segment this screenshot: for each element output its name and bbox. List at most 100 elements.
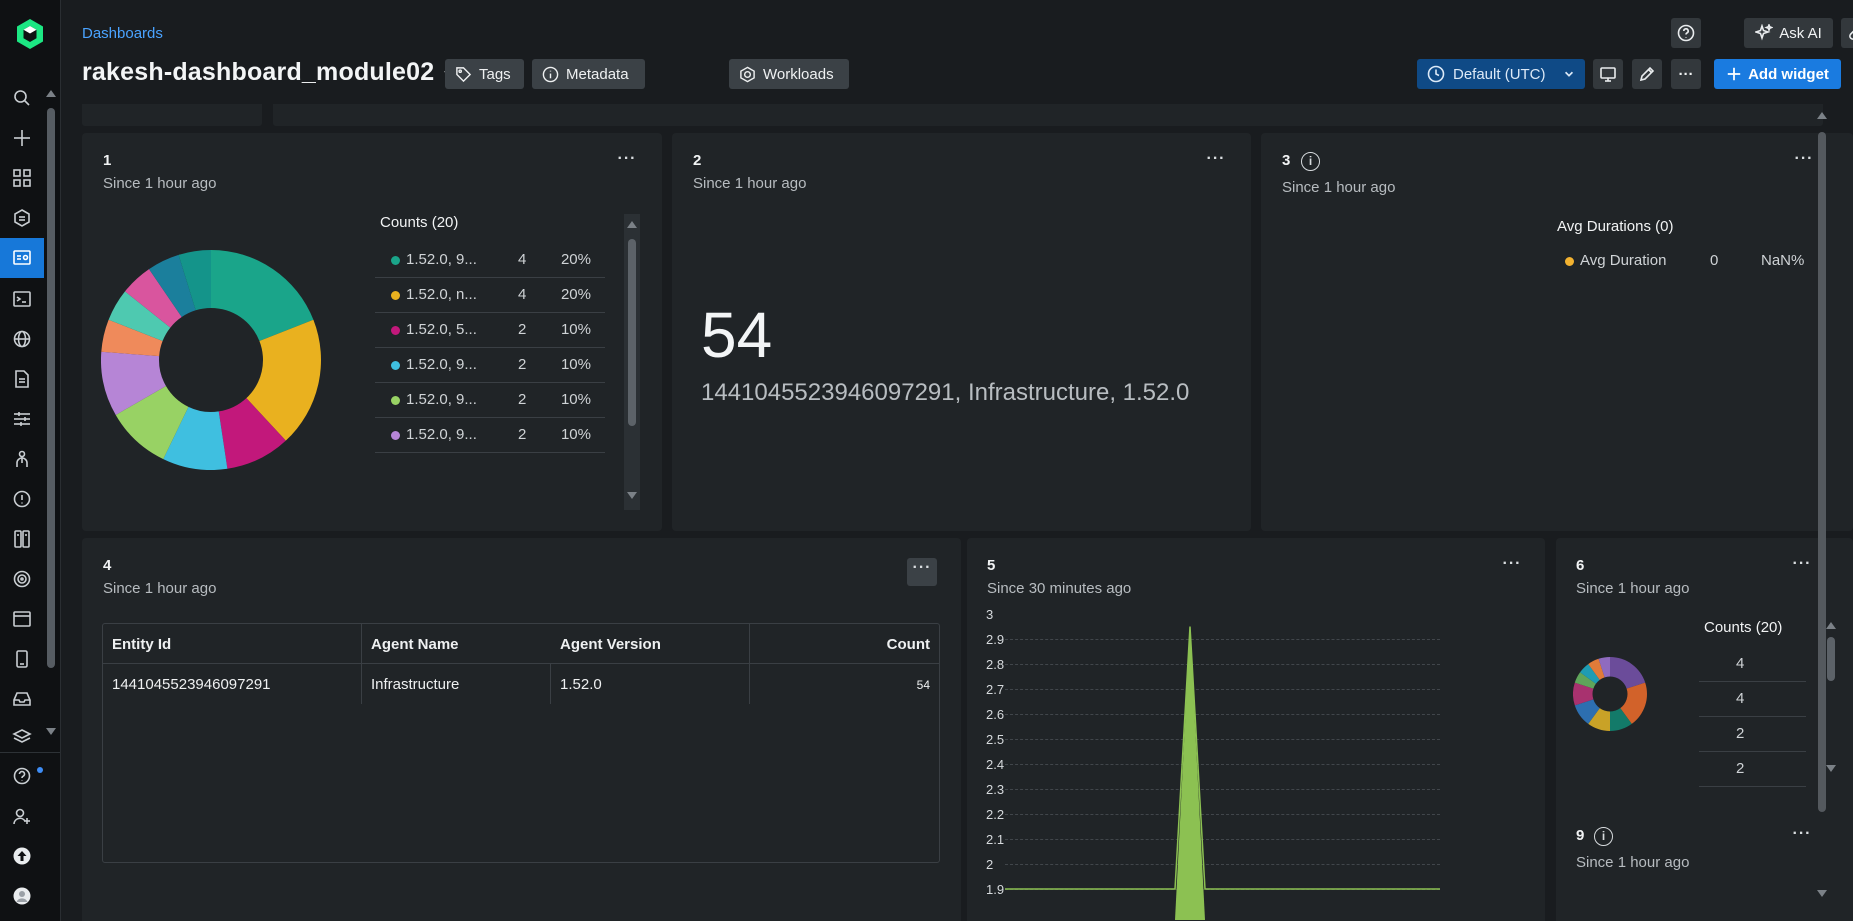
page-title[interactable]: rakesh-dashboard_module02: [82, 58, 434, 87]
entities-icon[interactable]: [0, 200, 44, 236]
widget-title: 5: [987, 557, 996, 574]
column-header-entity-id[interactable]: Entity Id: [112, 636, 171, 653]
info-icon[interactable]: i: [1594, 827, 1613, 846]
stack-icon[interactable]: [0, 719, 44, 755]
donut-slice[interactable]: [1610, 657, 1646, 689]
y-axis-tick-label: 2: [986, 857, 994, 872]
sidebar-scroll-thumb[interactable]: [47, 108, 55, 668]
sidebar-scrollbar[interactable]: [44, 88, 58, 735]
add-user-icon[interactable]: [0, 798, 44, 834]
dashboards-icon[interactable]: [0, 238, 44, 278]
series-line[interactable]: [1005, 626, 1440, 890]
settings-icon[interactable]: [0, 401, 44, 437]
alerts-icon[interactable]: [0, 481, 44, 517]
y-axis-tick-label: 1.9: [986, 882, 1005, 897]
add-icon[interactable]: [0, 120, 44, 156]
scroll-down-arrow[interactable]: [627, 492, 637, 499]
tv-mode-button[interactable]: [1593, 59, 1623, 89]
widget-time-range: Since 1 hour ago: [693, 175, 807, 192]
workloads-button[interactable]: Workloads: [729, 59, 849, 89]
legend-dot: [391, 291, 400, 300]
tag-icon: [456, 66, 472, 82]
synthetics-icon[interactable]: [0, 441, 44, 477]
copy-link-button[interactable]: [1841, 18, 1853, 48]
legend-label: Avg Duration: [1580, 252, 1667, 269]
legend-percent: 10%: [560, 391, 591, 408]
main-scroll-thumb[interactable]: [1818, 132, 1826, 812]
infrastructure-icon[interactable]: [0, 521, 44, 557]
y-axis-tick-label: 3: [986, 607, 994, 622]
browser-window-icon[interactable]: [0, 601, 44, 637]
legend-item[interactable]: 1.52.0, 9... 4 20%: [375, 243, 605, 278]
apm-icon[interactable]: [0, 160, 44, 196]
help-button[interactable]: [1671, 18, 1701, 48]
scroll-up-arrow[interactable]: [46, 90, 56, 97]
column-header-count[interactable]: Count: [887, 636, 930, 653]
legend-item[interactable]: 42: [1699, 682, 1806, 717]
widget-partial-top: [273, 104, 1823, 126]
legend-item[interactable]: 1.52.0, 9... 2 10%: [375, 383, 605, 418]
legend-item[interactable]: 42: [1699, 647, 1806, 682]
edit-button[interactable]: [1632, 59, 1662, 89]
clock-icon: [1427, 65, 1445, 83]
widget-1: 1 Since 1 hour ago ··· Counts (20) 1.52.…: [82, 133, 662, 531]
y-axis-tick-label: 2.1: [986, 832, 1005, 847]
query-icon[interactable]: [0, 281, 44, 317]
legend-list: 1.52.0, 9... 4 20% 1.52.0, n... 4 20% 1.52.0, …: [375, 243, 622, 455]
add-widget-button[interactable]: Add widget: [1714, 59, 1841, 89]
tags-button[interactable]: Tags: [445, 59, 524, 89]
scroll-down-arrow[interactable]: [1817, 890, 1827, 897]
mobile-icon[interactable]: [0, 641, 44, 677]
widget-time-range: Since 1 hour ago: [1576, 854, 1690, 871]
scroll-up-arrow[interactable]: [627, 221, 637, 228]
widget-time-range: Since 30 minutes ago: [987, 580, 1132, 597]
data-table: Entity Id Agent Name Agent Version Count…: [102, 623, 940, 863]
metadata-button[interactable]: Metadata: [532, 59, 645, 89]
breadcrumb[interactable]: Dashboards: [82, 25, 163, 42]
series-spike[interactable]: [1175, 626, 1205, 921]
widget-menu-button[interactable]: ···: [1787, 556, 1817, 579]
help-icon[interactable]: [0, 758, 44, 794]
search-icon[interactable]: [0, 80, 44, 116]
legend-item[interactable]: 1.52.0, 5... 2 10%: [375, 313, 605, 348]
legend-label: 1.52.0, 9...: [406, 426, 477, 443]
inbox-icon[interactable]: [0, 681, 44, 717]
legend-item[interactable]: 1.52.0, 2...15%: [375, 453, 605, 455]
legend-item[interactable]: 1.52.0, 9... 2 10%: [375, 418, 605, 453]
time-picker[interactable]: Default (UTC): [1417, 59, 1585, 89]
cell-agent-name: Infrastructure: [371, 676, 460, 693]
column-header-agent-version[interactable]: Agent Version: [560, 636, 661, 653]
upgrade-icon[interactable]: [0, 838, 44, 874]
table-row[interactable]: 1441045523946097291 Infrastructure 1.52.…: [103, 664, 939, 704]
donut-chart: [1573, 657, 1647, 731]
target-icon[interactable]: [0, 561, 44, 597]
scroll-down-arrow[interactable]: [46, 728, 56, 735]
widget-menu-button[interactable]: ···: [1201, 151, 1231, 174]
legend-count: 2: [518, 391, 527, 408]
browser-icon[interactable]: [0, 321, 44, 357]
logs-icon[interactable]: [0, 361, 44, 397]
y-axis-tick-label: 2.8: [986, 657, 1005, 672]
legend-scrollbar[interactable]: [624, 214, 640, 510]
info-icon[interactable]: i: [1301, 152, 1320, 171]
scroll-up-arrow[interactable]: [1817, 112, 1827, 119]
user-avatar-icon[interactable]: [0, 878, 44, 914]
cell-entity-id: 1441045523946097291: [112, 676, 271, 693]
widget-menu-button[interactable]: ···: [1497, 556, 1527, 579]
legend-item[interactable]: 1.52.0, n... 4 20%: [375, 278, 605, 313]
legend-item[interactable]: 21: [1699, 717, 1806, 752]
new-relic-logo[interactable]: [15, 18, 45, 50]
ask-ai-button[interactable]: Ask AI: [1744, 18, 1833, 48]
widget-menu-button[interactable]: ···: [907, 558, 937, 586]
legend-scroll-thumb[interactable]: [628, 239, 636, 426]
pencil-icon: [1639, 66, 1655, 82]
dashboard-canvas: 1 Since 1 hour ago ··· Counts (20) 1.52.…: [61, 104, 1853, 921]
widget-menu-button[interactable]: ···: [612, 151, 642, 174]
column-header-agent-name[interactable]: Agent Name: [371, 636, 459, 653]
widget-title: 1: [103, 152, 112, 169]
legend-item[interactable]: 1.52.0, 9... 2 10%: [375, 348, 605, 383]
more-actions-button[interactable]: ···: [1671, 59, 1701, 89]
legend-item[interactable]: 21: [1699, 752, 1806, 787]
main-scrollbar[interactable]: [1815, 104, 1829, 921]
widget-menu-button[interactable]: ···: [1787, 826, 1817, 849]
